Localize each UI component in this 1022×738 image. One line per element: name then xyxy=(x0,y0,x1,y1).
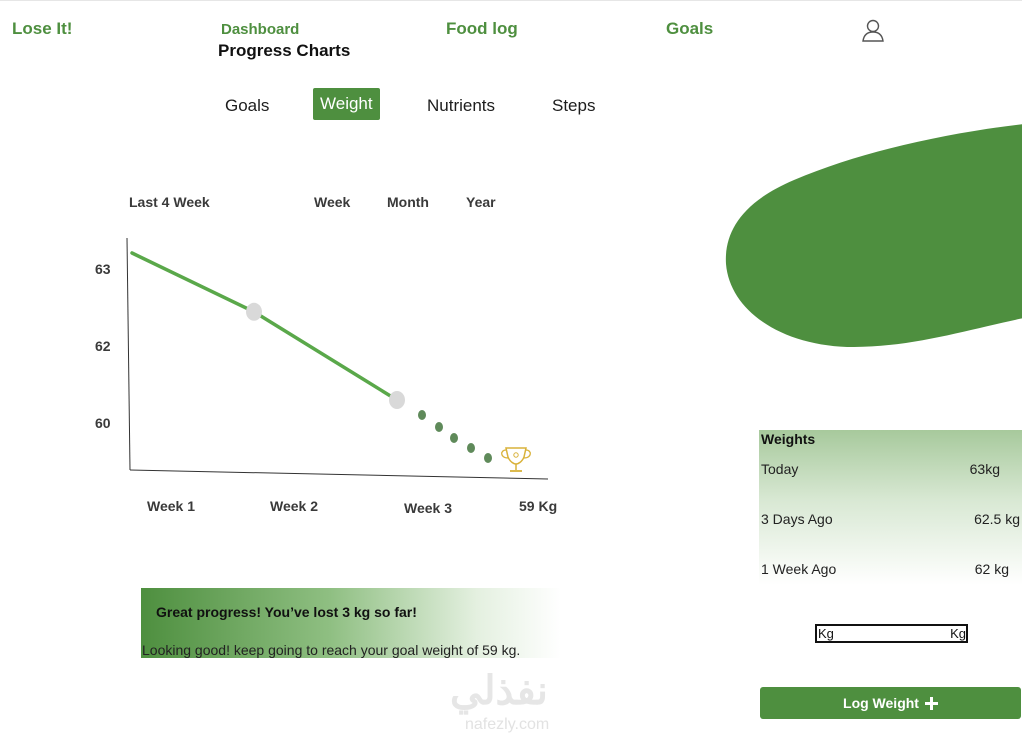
x-tick-label: Week 1 xyxy=(147,498,195,514)
nav-dashboard[interactable]: Dashboard xyxy=(221,21,299,38)
weight-chart: 63 62 60 Week 1 Week 2 Week 3 59 Kg xyxy=(95,237,557,516)
decorative-blob xyxy=(725,124,1022,347)
weight-row-value: 62.5 kg xyxy=(974,511,1020,527)
projection-dot xyxy=(484,453,492,463)
watermark-arabic: نفذلي xyxy=(450,669,548,713)
data-point xyxy=(389,391,405,409)
x-tick-label: Week 2 xyxy=(270,498,318,514)
weight-series-line xyxy=(130,251,399,402)
plus-icon xyxy=(924,696,938,710)
y-tick-label: 60 xyxy=(95,415,111,431)
data-point xyxy=(246,302,262,321)
weight-row-value: 63kg xyxy=(969,461,1000,477)
x-tick-label: 59 Kg xyxy=(519,498,557,514)
unit-label-left: Kg xyxy=(818,626,834,641)
weight-row-label: 1 Week Ago xyxy=(761,561,837,577)
projection-dot xyxy=(450,433,458,443)
trophy-icon xyxy=(501,447,531,472)
banner-text: Looking good! keep going to reach your g… xyxy=(142,642,521,658)
weight-input[interactable]: Kg Kg xyxy=(815,624,968,643)
x-axis xyxy=(129,469,549,480)
weight-row-label: 3 Days Ago xyxy=(761,511,833,527)
brand-logo[interactable]: Lose It! xyxy=(12,19,72,39)
log-weight-label: Log Weight xyxy=(843,695,919,711)
tab-goals[interactable]: Goals xyxy=(225,96,269,116)
tab-weight[interactable]: Weight xyxy=(313,88,380,120)
log-weight-button[interactable]: Log Weight xyxy=(760,687,1021,719)
weight-row-value: 62 kg xyxy=(974,561,1009,577)
watermark-latin: nafezly.com xyxy=(465,716,550,733)
nav-goals[interactable]: Goals xyxy=(666,19,713,39)
range-year[interactable]: Year xyxy=(466,194,496,210)
tab-steps[interactable]: Steps xyxy=(552,96,595,116)
y-tick-label: 63 xyxy=(95,261,111,277)
page-title: Progress Charts xyxy=(218,41,351,60)
nav-food-log[interactable]: Food log xyxy=(446,19,518,39)
weight-row-label: Today xyxy=(761,461,799,477)
y-axis xyxy=(126,237,131,471)
projection-dot xyxy=(467,443,475,453)
weights-title: Weights xyxy=(761,431,816,447)
current-range-label: Last 4 Week xyxy=(129,194,210,210)
unit-label-right: Kg xyxy=(950,626,966,641)
projection-dot xyxy=(418,410,426,420)
projection-dot xyxy=(435,422,443,432)
top-divider xyxy=(0,0,1022,1)
y-tick-label: 62 xyxy=(95,338,111,354)
range-month[interactable]: Month xyxy=(387,194,429,210)
user-icon[interactable] xyxy=(860,17,886,43)
banner-title: Great progress! You’ve lost 3 kg so far! xyxy=(156,604,417,620)
tab-nutrients[interactable]: Nutrients xyxy=(427,96,495,116)
range-week[interactable]: Week xyxy=(314,194,350,210)
x-tick-label: Week 3 xyxy=(404,500,452,516)
